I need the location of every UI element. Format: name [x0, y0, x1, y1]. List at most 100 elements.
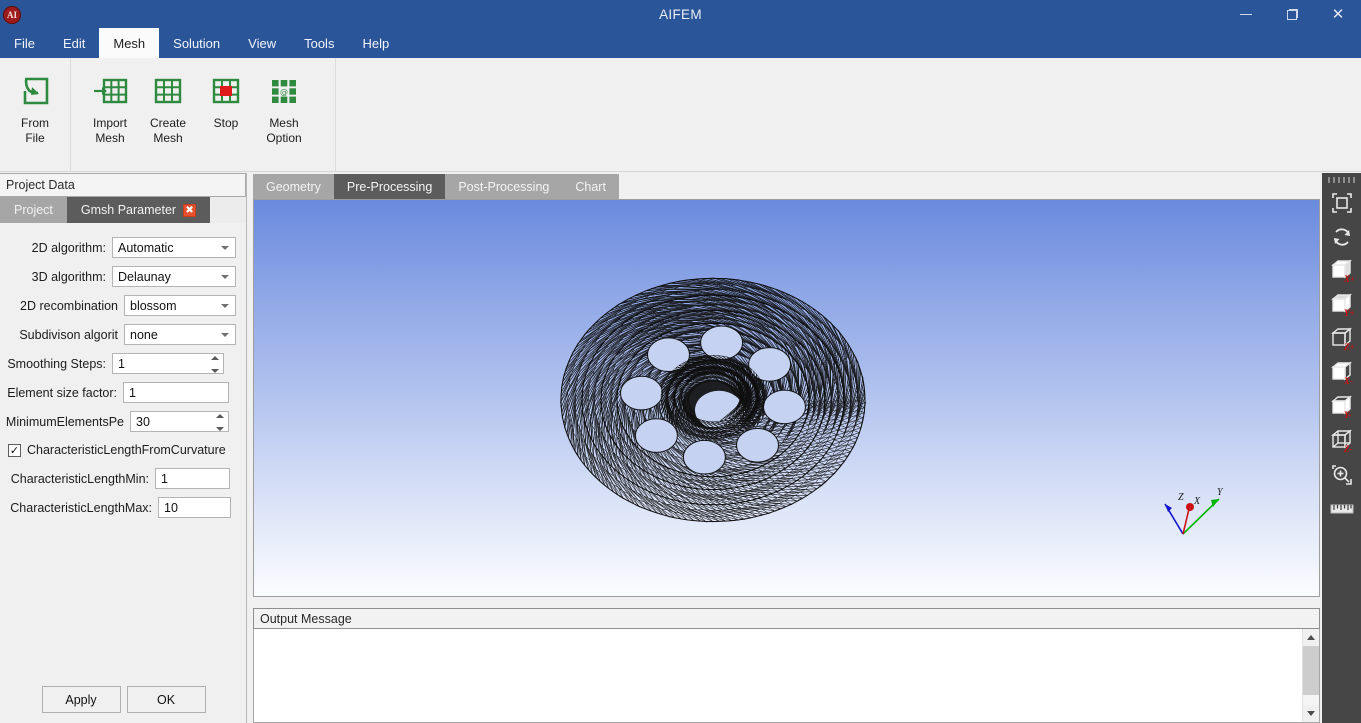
- 3d-viewport[interactable]: Z X Y: [253, 199, 1320, 597]
- scroll-thumb[interactable]: [1302, 646, 1319, 695]
- view-tools-toolbar: X+ Y+ Z+: [1322, 173, 1361, 723]
- smoothing-steps-value: 1: [118, 356, 125, 371]
- stop-button[interactable]: Stop: [197, 66, 255, 154]
- smoothing-steps-spinner[interactable]: 1: [112, 353, 224, 374]
- close-button[interactable]: ✕: [1315, 0, 1361, 28]
- subdivision-algorithm-combo[interactable]: none: [124, 324, 236, 345]
- row-smoothing-steps: Smoothing Steps: 1: [0, 349, 238, 378]
- view-z-minus-button[interactable]: Z-: [1325, 424, 1358, 457]
- ribbon-toolbar: From File Import Mesh Create Mesh Stop @…: [0, 58, 1361, 172]
- menu-view[interactable]: View: [234, 28, 290, 58]
- 3d-algorithm-combo[interactable]: Delaunay: [112, 266, 236, 287]
- tab-project-label: Project: [14, 203, 53, 217]
- label-minimum-elements-per: MinimumElementsPe: [5, 414, 124, 429]
- toolbar-drag-handle[interactable]: [1327, 177, 1356, 183]
- rotate-view-button[interactable]: [1325, 220, 1358, 253]
- ribbon-group-file: From File: [0, 58, 71, 172]
- tab-pre-processing[interactable]: Pre-Processing: [333, 174, 446, 199]
- measure-button[interactable]: [1325, 492, 1358, 525]
- spinner-arrows[interactable]: [216, 414, 224, 431]
- bolt-hole: [634, 418, 678, 453]
- import-arrow-into-box-icon: [17, 72, 53, 110]
- gmsh-parameter-form: 2D algorithm: Automatic 3D algorithm: De…: [0, 223, 246, 522]
- tab-geometry[interactable]: Geometry: [253, 174, 334, 199]
- menu-edit[interactable]: Edit: [49, 28, 99, 58]
- bolt-hole: [736, 428, 779, 463]
- tab-project[interactable]: Project: [0, 197, 67, 223]
- characteristic-length-max-input[interactable]: 10: [158, 497, 231, 518]
- axis-label-z: Z: [1178, 492, 1184, 503]
- view-y-minus-button[interactable]: Y-: [1325, 390, 1358, 423]
- subdivision-algorithm-value: none: [130, 327, 158, 342]
- minimize-icon: [1240, 13, 1252, 15]
- tab-post-processing[interactable]: Post-Processing: [445, 174, 563, 199]
- output-message-panel: Output Message: [253, 608, 1320, 723]
- label-element-size-factor: Element size factor:: [7, 385, 117, 400]
- row-characteristic-length-from-curvature[interactable]: ✓ CharacteristicLengthFromCurvature: [0, 436, 238, 464]
- view-x-plus-button[interactable]: X+: [1325, 254, 1358, 287]
- output-message-body[interactable]: [253, 629, 1320, 723]
- import-mesh-grid-icon: [92, 72, 128, 110]
- minimize-button[interactable]: [1223, 0, 1269, 28]
- menu-mesh[interactable]: Mesh: [99, 28, 160, 58]
- scroll-track[interactable]: [1302, 695, 1319, 705]
- fit-to-window-button[interactable]: [1325, 186, 1358, 219]
- scroll-up-button[interactable]: [1302, 629, 1319, 646]
- spinner-up-icon[interactable]: [211, 356, 219, 360]
- cube-y-plus-icon: Y+: [1330, 293, 1354, 317]
- tab-close-icon[interactable]: ✖: [183, 203, 197, 217]
- maximize-button[interactable]: [1269, 0, 1315, 28]
- characteristic-length-from-curvature-label: CharacteristicLengthFromCurvature: [27, 443, 226, 457]
- menu-file-label: File: [14, 35, 35, 51]
- chevron-down-icon: [1307, 711, 1315, 716]
- view-x-minus-button[interactable]: X-: [1325, 356, 1358, 389]
- spinner-down-icon[interactable]: [211, 369, 219, 373]
- ok-button[interactable]: OK: [126, 686, 206, 713]
- project-data-header: Project Data: [0, 173, 246, 197]
- magnifier-plus-icon: [1331, 464, 1352, 485]
- spinner-down-icon[interactable]: [216, 427, 224, 431]
- spinner-arrows[interactable]: [211, 356, 219, 373]
- menu-solution-label: Solution: [173, 35, 221, 51]
- menu-help[interactable]: Help: [348, 28, 403, 58]
- spinner-up-icon[interactable]: [216, 414, 224, 418]
- element-size-factor-value: 1: [129, 385, 136, 400]
- menu-file[interactable]: File: [0, 28, 49, 58]
- row-subdivision-algorithm: Subdivison algorit none: [0, 320, 238, 349]
- minimum-elements-per-spinner[interactable]: 30: [130, 411, 229, 432]
- menu-solution[interactable]: Solution: [159, 28, 234, 58]
- from-file-button[interactable]: From File: [6, 66, 64, 154]
- 2d-algorithm-combo[interactable]: Automatic: [112, 237, 236, 258]
- title-bar: AIFEM ✕: [0, 0, 1361, 28]
- bolt-hole: [763, 389, 806, 425]
- axis-label-x: X: [1193, 496, 1201, 507]
- zoom-in-button[interactable]: [1325, 458, 1358, 491]
- scroll-down-button[interactable]: [1302, 705, 1319, 722]
- tab-post-processing-label: Post-Processing: [458, 179, 550, 194]
- import-mesh-label: Import Mesh: [92, 116, 127, 145]
- create-mesh-label: Create Mesh: [149, 116, 187, 145]
- view-y-plus-button[interactable]: Y+: [1325, 288, 1358, 321]
- menu-tools[interactable]: Tools: [290, 28, 348, 58]
- restore-icon: [1286, 8, 1298, 20]
- cube-x-plus-icon: X+: [1330, 259, 1354, 283]
- axis-label-x-plus: X+: [1343, 274, 1354, 283]
- mesh-option-button[interactable]: @ Mesh Option: [255, 66, 313, 154]
- 2d-recombination-combo[interactable]: blossom: [124, 295, 236, 316]
- menu-help-label: Help: [362, 35, 390, 51]
- label-subdivision-algorithm: Subdivison algorit: [19, 327, 118, 342]
- element-size-factor-input[interactable]: 1: [123, 382, 229, 403]
- tab-gmsh-parameter[interactable]: Gmsh Parameter ✖: [66, 197, 211, 223]
- tab-chart[interactable]: Chart: [562, 174, 619, 199]
- import-mesh-button[interactable]: Import Mesh: [81, 66, 139, 154]
- create-mesh-button[interactable]: Create Mesh: [139, 66, 197, 154]
- label-3d-algorithm: 3D algorithm:: [31, 269, 106, 284]
- characteristic-length-from-curvature-checkbox[interactable]: ✓: [8, 443, 21, 457]
- characteristic-length-min-input[interactable]: 1: [155, 468, 230, 489]
- output-scrollbar[interactable]: [1302, 629, 1319, 722]
- view-z-plus-button[interactable]: Z+: [1325, 322, 1358, 355]
- row-characteristic-length-max: CharacteristicLengthMax: 10: [0, 493, 238, 522]
- bolt-hole: [682, 439, 726, 475]
- apply-button[interactable]: Apply: [41, 686, 121, 713]
- bolt-hole: [748, 347, 792, 382]
